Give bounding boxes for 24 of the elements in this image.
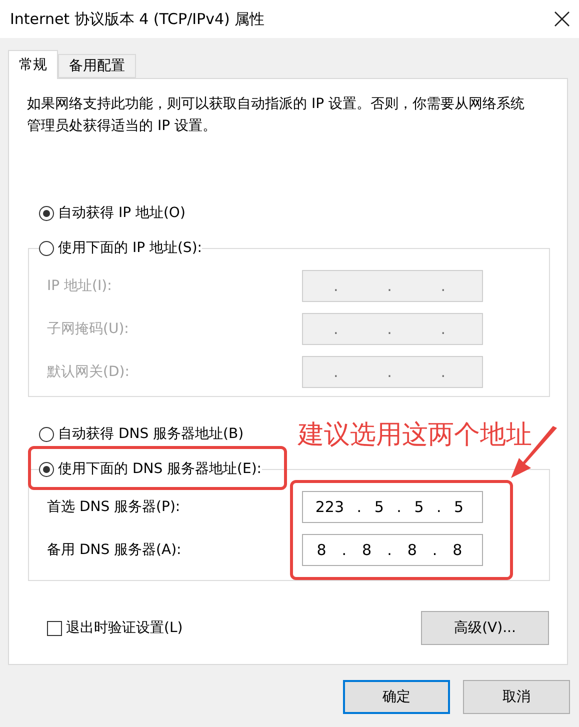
ok-button[interactable]: 确定 <box>343 680 450 714</box>
field-label: 首选 DNS 服务器(P): <box>47 498 180 516</box>
field-label: 备用 DNS 服务器(A): <box>47 541 182 559</box>
description-text: 如果网络支持此功能，则可以获取自动指派的 IP 设置。否则，你需要从网络系统管理员处获得适当的 IP 设置。 <box>27 95 526 136</box>
radio-label: 自动获得 IP 地址(O) <box>58 204 186 222</box>
ip-address-field[interactable]: 8 . 8 . 8 . 8 <box>302 534 483 566</box>
ip-address-field[interactable]: 223 . 5 . 5 . 5 <box>302 491 483 523</box>
field-label: IP 地址(I): <box>47 277 112 295</box>
tab[interactable]: 常规 <box>8 50 58 79</box>
checkbox-label: 退出时验证设置(L) <box>66 619 183 637</box>
cancel-button[interactable]: 取消 <box>463 680 570 714</box>
radio-label: 自动获得 DNS 服务器地址(B) <box>58 425 244 443</box>
annotation-text: 建议选用这两个地址 <box>298 419 532 452</box>
radio-button[interactable] <box>39 426 54 442</box>
radio-label: 使用下面的 DNS 服务器地址(E): <box>58 460 262 478</box>
window-title: Internet 协议版本 4 (TCP/IPv4) 属性 <box>10 10 265 28</box>
tab[interactable]: 备用配置 <box>58 54 136 78</box>
field-label: 子网掩码(U): <box>47 320 129 338</box>
close-icon[interactable] <box>553 10 571 28</box>
checkbox[interactable] <box>47 620 62 636</box>
radio-label: 使用下面的 IP 地址(S): <box>58 239 202 257</box>
radio-button[interactable] <box>39 462 54 476</box>
advanced-button[interactable]: 高级(V)... <box>421 611 549 645</box>
field-label: 默认网关(D): <box>47 363 130 381</box>
